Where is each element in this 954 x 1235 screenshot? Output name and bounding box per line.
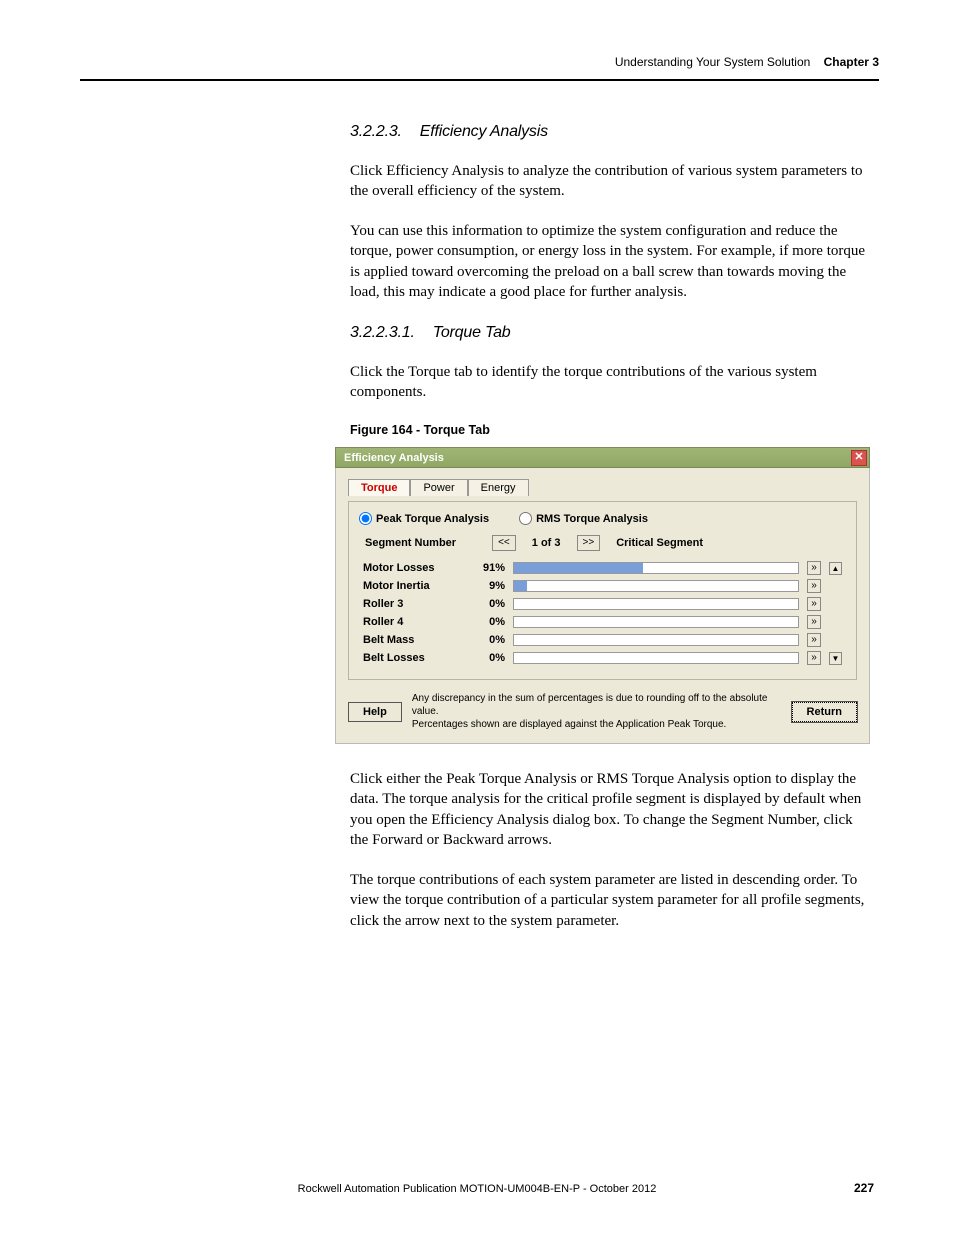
bar-track — [513, 562, 799, 574]
parameter-percentage: 9% — [479, 577, 509, 595]
parameter-name: Roller 3 — [359, 595, 479, 613]
radio-peak-torque[interactable]: Peak Torque Analysis — [359, 512, 489, 525]
body-paragraph: Click Efficiency Analysis to analyze the… — [350, 161, 870, 202]
bar-cell — [509, 595, 803, 613]
segment-next-button[interactable]: >> — [577, 535, 601, 551]
parameter-name: Motor Losses — [359, 559, 479, 577]
header-section: Understanding Your System Solution — [615, 55, 810, 69]
section-heading: 3.2.2.3. Efficiency Analysis — [350, 121, 870, 143]
bar-track — [513, 580, 799, 592]
footer-note: Any discrepancy in the sum of percentage… — [412, 692, 782, 731]
parameter-percentage: 91% — [479, 559, 509, 577]
bar-track — [513, 634, 799, 646]
parameter-percentage: 0% — [479, 595, 509, 613]
body-paragraph: Click the Torque tab to identify the tor… — [350, 362, 870, 403]
publication-footer: Rockwell Automation Publication MOTION-U… — [0, 1183, 954, 1195]
table-row: Motor Losses91% » ▲ — [359, 559, 846, 577]
parameter-name: Motor Inertia — [359, 577, 479, 595]
bar-track — [513, 598, 799, 610]
dialog-title: Efficiency Analysis — [344, 452, 444, 464]
bar-fill — [514, 581, 527, 591]
parameter-name: Roller 4 — [359, 613, 479, 631]
parameter-name: Belt Mass — [359, 631, 479, 649]
parameter-percentage: 0% — [479, 613, 509, 631]
parameter-name: Belt Losses — [359, 649, 479, 667]
bar-track — [513, 616, 799, 628]
expand-row-button[interactable]: » — [807, 579, 821, 593]
dialog-titlebar: Efficiency Analysis ✕ — [335, 447, 870, 468]
expand-row-button[interactable]: » — [807, 651, 821, 665]
parameter-percentage: 0% — [479, 649, 509, 667]
critical-segment-label: Critical Segment — [616, 537, 703, 549]
page-number: 227 — [854, 1181, 874, 1195]
tab-bar: Torque Power Energy — [348, 478, 857, 495]
radio-input[interactable] — [519, 512, 532, 525]
subsection-number: 3.2.2.3.1. — [350, 324, 415, 341]
bar-cell — [509, 577, 803, 595]
radio-rms-torque[interactable]: RMS Torque Analysis — [519, 512, 648, 525]
segment-number-label: Segment Number — [365, 537, 456, 549]
bar-fill — [514, 563, 643, 573]
segment-value: 1 of 3 — [524, 537, 569, 549]
bar-cell — [509, 631, 803, 649]
body-paragraph: You can use this information to optimize… — [350, 221, 870, 302]
scroll-down-button[interactable]: ▼ — [829, 652, 842, 665]
close-icon[interactable]: ✕ — [851, 450, 867, 466]
expand-row-button[interactable]: » — [807, 615, 821, 629]
help-button[interactable]: Help — [348, 702, 402, 722]
efficiency-analysis-dialog: Efficiency Analysis ✕ Torque Power Energ… — [335, 447, 870, 744]
segment-prev-button[interactable]: << — [492, 535, 516, 551]
table-row: Motor Inertia9% » — [359, 577, 846, 595]
table-row: Belt Losses0% » ▼ — [359, 649, 846, 667]
torque-contribution-table: Motor Losses91%»▲Motor Inertia9%»Roller … — [359, 559, 846, 667]
radio-input[interactable] — [359, 512, 372, 525]
parameter-percentage: 0% — [479, 631, 509, 649]
bar-cell — [509, 649, 803, 667]
subsection-heading: 3.2.2.3.1. Torque Tab — [350, 322, 870, 344]
subsection-title: Torque Tab — [433, 324, 511, 341]
tab-energy[interactable]: Energy — [468, 479, 529, 496]
expand-row-button[interactable]: » — [807, 597, 821, 611]
section-title: Efficiency Analysis — [420, 123, 548, 140]
section-number: 3.2.2.3. — [350, 123, 402, 140]
table-row: Belt Mass0% » — [359, 631, 846, 649]
table-row: Roller 40% » — [359, 613, 846, 631]
page-header: Understanding Your System Solution Chapt… — [80, 55, 879, 81]
bar-cell — [509, 559, 803, 577]
scroll-up-button[interactable]: ▲ — [829, 562, 842, 575]
body-paragraph: Click either the Peak Torque Analysis or… — [350, 769, 870, 850]
expand-row-button[interactable]: » — [807, 561, 821, 575]
tab-torque[interactable]: Torque — [348, 479, 410, 496]
return-button[interactable]: Return — [792, 702, 857, 722]
tab-power[interactable]: Power — [410, 479, 467, 496]
bar-cell — [509, 613, 803, 631]
figure-caption: Figure 164 - Torque Tab — [350, 422, 870, 439]
expand-row-button[interactable]: » — [807, 633, 821, 647]
bar-track — [513, 652, 799, 664]
table-row: Roller 30% » — [359, 595, 846, 613]
body-paragraph: The torque contributions of each system … — [350, 870, 870, 931]
header-chapter: Chapter 3 — [824, 55, 879, 69]
